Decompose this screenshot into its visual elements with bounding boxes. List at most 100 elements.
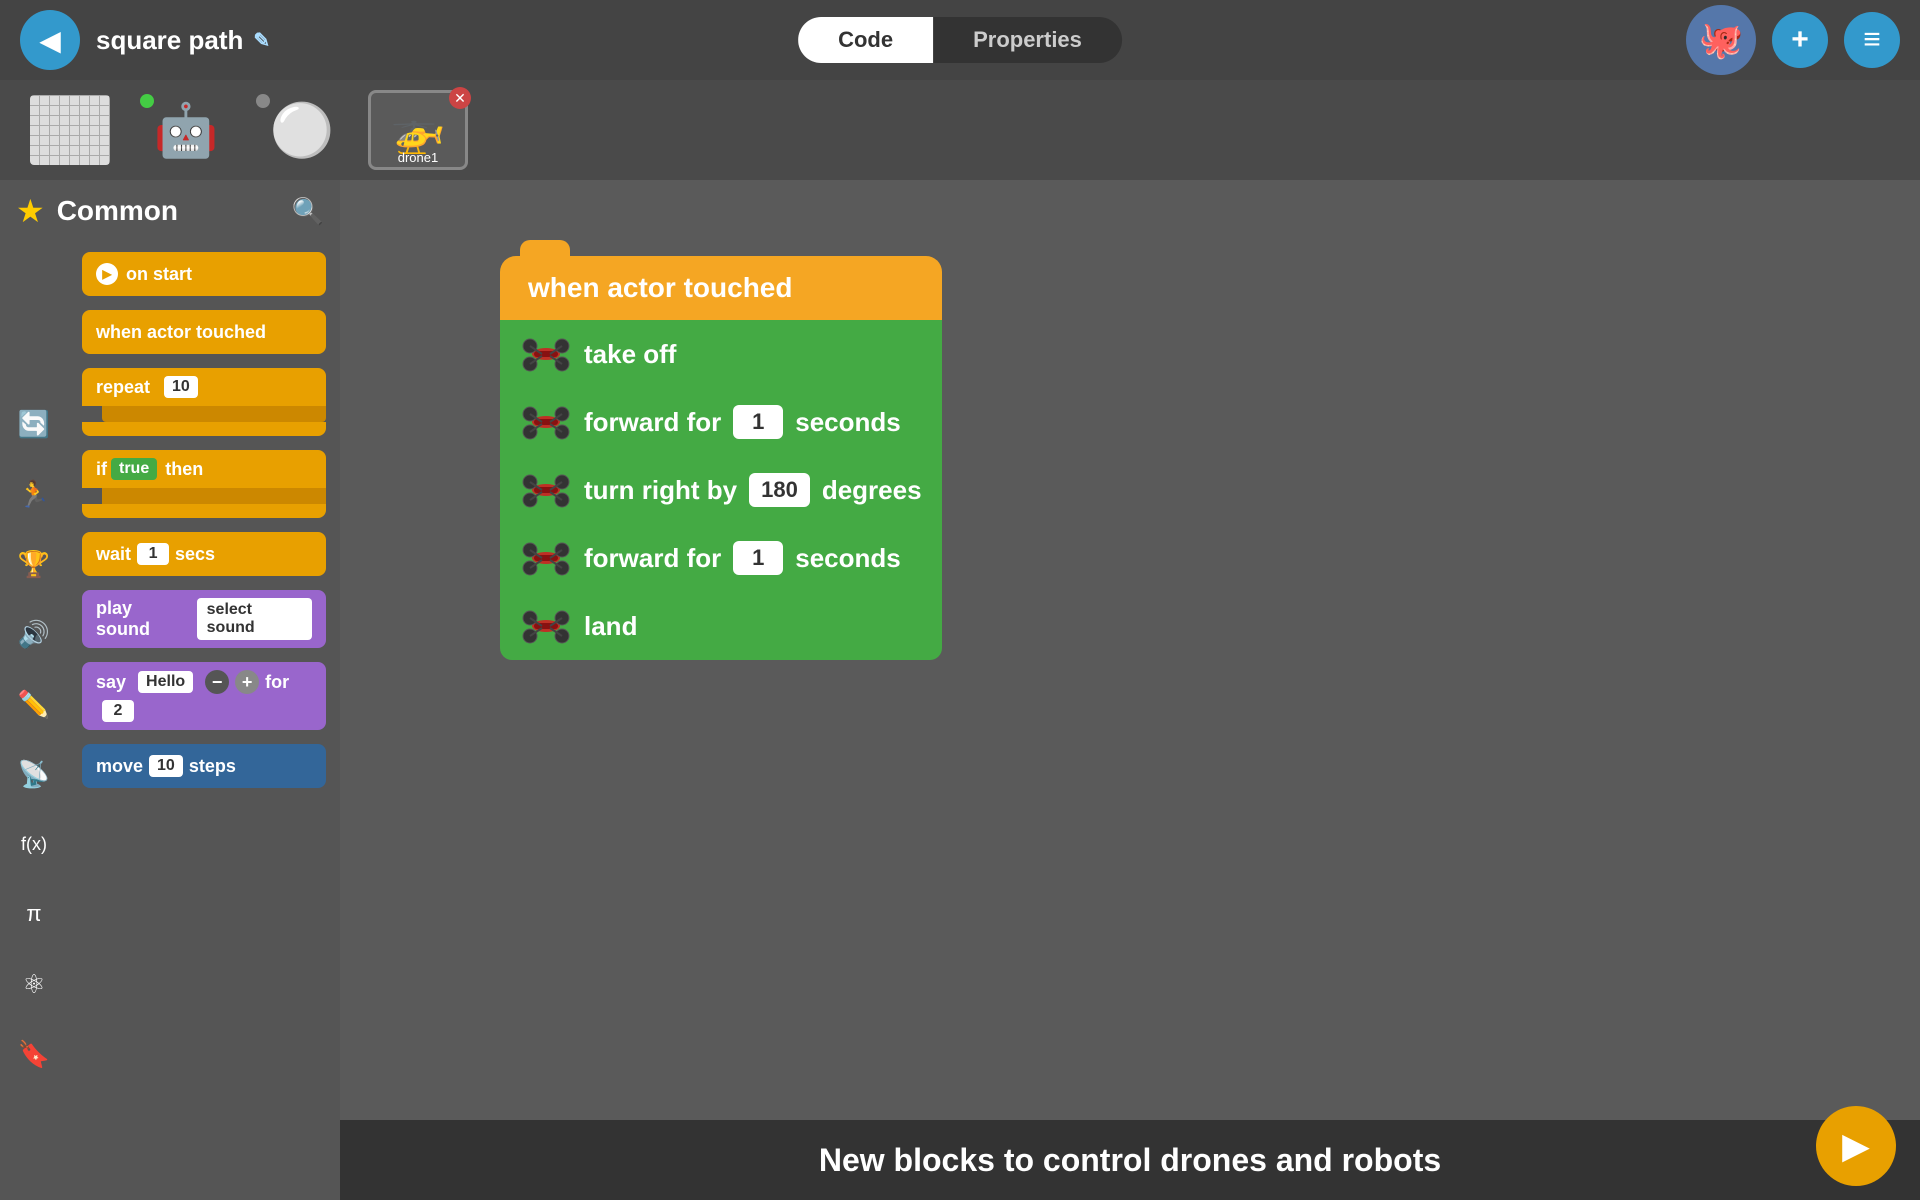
main-area: 🔄 🏃 🏆 🔊 ✏️ 📡 f(x) π ⚛ 🔖 ★ Common 🔍 ▶ on … xyxy=(0,180,1920,1200)
device-sphero[interactable]: ⚪ xyxy=(252,90,352,170)
tab-group: Code Properties xyxy=(798,17,1122,63)
device-stage[interactable] xyxy=(20,90,120,170)
block-move[interactable]: move 10 steps xyxy=(82,744,326,788)
say-for-label: for xyxy=(265,672,289,693)
repeat-value[interactable]: 10 xyxy=(164,376,198,398)
if-indent xyxy=(102,488,326,504)
block-say[interactable]: say Hello − + for 2 xyxy=(82,662,326,730)
land-label: land xyxy=(584,611,637,642)
forward2-input[interactable]: 1 xyxy=(733,541,783,575)
sidebar-item-bookmark[interactable]: 🔖 xyxy=(0,1020,68,1088)
action-block-turn[interactable]: turn right by 180 degrees xyxy=(500,456,942,524)
takeoff-label: take off xyxy=(584,339,676,370)
repeat-label: repeat xyxy=(96,377,150,398)
move-unit: steps xyxy=(189,756,236,777)
device-drone1[interactable]: ✕ 🚁 drone1 xyxy=(368,90,468,170)
back-button[interactable]: ◀ xyxy=(20,10,80,70)
back-icon: ◀ xyxy=(39,24,61,57)
say-plus-button[interactable]: + xyxy=(235,670,259,694)
if-true-val[interactable]: true xyxy=(111,458,157,480)
drone1-icon: 🚁 xyxy=(391,104,446,156)
mascot-avatar: 🐙 xyxy=(1686,5,1756,75)
drone1-label: drone1 xyxy=(398,150,438,165)
forward2-suffix: seconds xyxy=(795,543,901,574)
sidebar-item-functions[interactable]: f(x) xyxy=(0,810,68,878)
drone-icon-land xyxy=(520,604,572,648)
sidebar-icon-list: 🔄 🏃 🏆 🔊 ✏️ 📡 f(x) π ⚛ 🔖 xyxy=(0,390,68,1200)
block-wait[interactable]: wait 1 secs xyxy=(82,532,326,576)
search-icon[interactable]: 🔍 xyxy=(292,196,324,227)
wait-value[interactable]: 1 xyxy=(137,543,169,565)
project-name: square path xyxy=(96,25,243,56)
say-value[interactable]: Hello xyxy=(138,671,193,693)
category-label: Common xyxy=(57,195,280,227)
block-repeat[interactable]: repeat 10 xyxy=(82,368,326,436)
turn-input[interactable]: 180 xyxy=(749,473,810,507)
block-play-sound[interactable]: play sound select sound xyxy=(82,590,326,648)
sidebar-item-loops[interactable]: 🔄 xyxy=(0,390,68,458)
hat-block-when-actor-touched[interactable]: when actor touched xyxy=(500,256,942,320)
turn-suffix: degrees xyxy=(822,475,922,506)
select-sound-dropdown[interactable]: select sound xyxy=(197,598,312,640)
forward1-input[interactable]: 1 xyxy=(733,405,783,439)
sidebar-item-motion[interactable]: 🏃 xyxy=(0,460,68,528)
sidebar-item-events[interactable]: 🏆 xyxy=(0,530,68,598)
add-button[interactable]: + xyxy=(1772,12,1828,68)
sphero-indicator xyxy=(256,94,270,108)
sidebar-item-variables[interactable]: ⚛ xyxy=(0,950,68,1018)
category-header: ★ Common 🔍 xyxy=(0,180,340,242)
omo-indicator xyxy=(140,94,154,108)
action-block-forward1[interactable]: forward for 1 seconds xyxy=(500,388,942,456)
block-when-actor-touched-label: when actor touched xyxy=(96,322,266,343)
device-bar: 🤖 ⚪ ✕ 🚁 drone1 xyxy=(0,80,1920,180)
forward2-label: forward for xyxy=(584,543,721,574)
action-block-forward2[interactable]: forward for 1 seconds xyxy=(500,524,942,592)
if-label: if xyxy=(96,459,107,480)
drone1-close-icon[interactable]: ✕ xyxy=(449,87,471,109)
say-for-value[interactable]: 2 xyxy=(102,700,134,722)
menu-button[interactable]: ≡ xyxy=(1844,12,1900,68)
topbar: ◀ square path ✎ Code Properties 🐙 + ≡ xyxy=(0,0,1920,80)
tab-code[interactable]: Code xyxy=(798,17,933,63)
sidebar-item-math[interactable]: π xyxy=(0,880,68,948)
action-block-takeoff[interactable]: take off xyxy=(500,320,942,388)
play-button[interactable]: ▶ xyxy=(1816,1106,1896,1186)
drone-icon-turn xyxy=(520,468,572,512)
drone-icon-takeoff xyxy=(520,332,572,376)
blocks-list: ▶ on start when actor touched repeat 10 … xyxy=(68,242,340,1200)
hat-block-container: when actor touched xyxy=(500,240,942,320)
block-on-start[interactable]: ▶ on start xyxy=(82,252,326,296)
if-top: if true then xyxy=(82,450,326,488)
drone-icon-forward2 xyxy=(520,536,572,580)
if-bottom xyxy=(82,504,326,518)
hat-bump xyxy=(520,240,570,256)
project-title: square path ✎ xyxy=(96,25,270,56)
sphero-icon: ⚪ xyxy=(270,100,335,161)
edit-icon[interactable]: ✎ xyxy=(253,28,270,53)
action-block-land[interactable]: land xyxy=(500,592,942,660)
block-if[interactable]: if true then xyxy=(82,450,326,518)
wait-label: wait xyxy=(96,544,131,565)
block-when-actor-touched[interactable]: when actor touched xyxy=(82,310,326,354)
turn-label: turn right by xyxy=(584,475,737,506)
then-label: then xyxy=(165,459,203,480)
move-value[interactable]: 10 xyxy=(149,755,183,777)
sidebar-item-sound[interactable]: 🔊 xyxy=(0,600,68,668)
tab-properties[interactable]: Properties xyxy=(933,17,1122,63)
play-icon: ▶ xyxy=(1842,1125,1870,1167)
repeat-top: repeat 10 xyxy=(82,368,326,406)
repeat-bottom xyxy=(82,422,326,436)
move-label: move xyxy=(96,756,143,777)
play-sound-label: play sound xyxy=(96,598,189,640)
sidebar-item-sensors[interactable]: 📡 xyxy=(0,740,68,808)
repeat-indent xyxy=(102,406,326,422)
bottom-bar: New blocks to control drones and robots xyxy=(340,1120,1920,1200)
canvas-area: when actor touched xyxy=(340,180,1920,1200)
sidebar-item-pen[interactable]: ✏️ xyxy=(0,670,68,738)
say-minus-button[interactable]: − xyxy=(205,670,229,694)
device-omo[interactable]: 🤖 xyxy=(136,90,236,170)
wait-unit: secs xyxy=(175,544,215,565)
play-icon: ▶ xyxy=(96,263,118,285)
star-icon[interactable]: ★ xyxy=(16,192,45,230)
bottom-message: New blocks to control drones and robots xyxy=(819,1142,1441,1179)
